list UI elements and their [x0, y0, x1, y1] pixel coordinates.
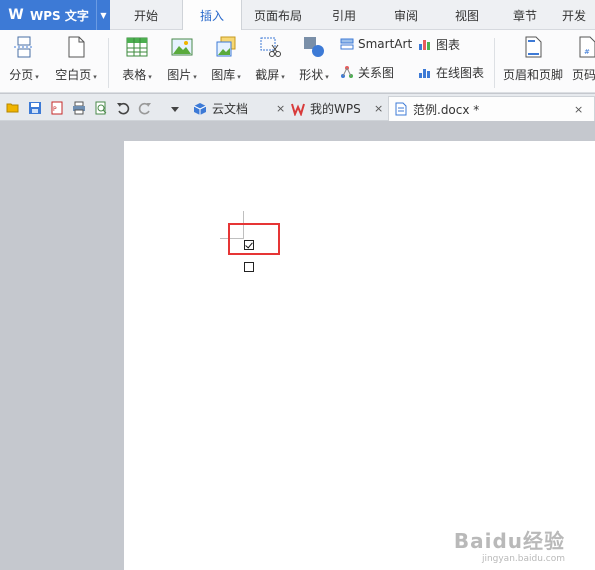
- svg-text:#: #: [584, 48, 590, 56]
- unchecked-checkbox[interactable]: [244, 262, 254, 272]
- bar-chart-icon: [418, 37, 432, 51]
- print-icon[interactable]: [72, 101, 86, 115]
- ribbon-insert: 分页 ▾ 空白页 ▾ 表格 ▾ 图片 ▾ 图库 ▾ 截屏 ▾ 形状 ▾ Smar…: [0, 30, 595, 93]
- chevron-down-icon[interactable]: ▼: [96, 0, 110, 30]
- tab-home[interactable]: 开始: [110, 0, 182, 30]
- doc-tab-current[interactable]: 范例.docx * ×: [388, 96, 595, 121]
- picture-button[interactable]: 图片 ▾: [162, 30, 202, 93]
- svg-text:P: P: [53, 106, 57, 113]
- picture-label: 图片: [167, 68, 192, 82]
- open-folder-icon[interactable]: [6, 101, 20, 115]
- wps-logo-icon: W: [8, 7, 24, 23]
- document-canvas: Baidu经验 jingyan.baidu.com: [0, 122, 595, 570]
- header-footer-icon: [522, 36, 544, 58]
- smartart-label: SmartArt: [358, 37, 413, 51]
- relation-chart-icon: [340, 65, 354, 79]
- document-page[interactable]: [124, 141, 595, 570]
- quick-access-bar: P 云文档 × 我的WPS × 范例.docx * ×: [0, 94, 595, 121]
- page-break-icon: [13, 36, 35, 58]
- close-icon[interactable]: ×: [276, 102, 285, 115]
- ribbon-divider: [494, 38, 495, 88]
- chevron-down-icon[interactable]: [170, 103, 184, 117]
- save-icon[interactable]: [28, 101, 42, 115]
- close-icon[interactable]: ×: [574, 103, 583, 116]
- gallery-label: 图库: [211, 68, 236, 82]
- wps-w-icon: [291, 102, 305, 117]
- ribbon-divider: [108, 38, 109, 88]
- screenshot-label: 截屏: [255, 68, 280, 82]
- shapes-label: 形状: [299, 68, 324, 82]
- online-chart-button[interactable]: 在线图表: [418, 62, 484, 82]
- relation-chart-button[interactable]: 关系图: [340, 62, 394, 82]
- dropdown-arrow-icon: ▾: [193, 73, 197, 81]
- baidu-watermark: Baidu经验 jingyan.baidu.com: [454, 525, 565, 564]
- gallery-icon: [215, 36, 237, 58]
- highlight-box: [228, 223, 280, 255]
- scissors-icon: [259, 36, 281, 58]
- dropdown-arrow-icon: ▾: [148, 73, 152, 81]
- doc-tab-cloud[interactable]: 云文档 ×: [190, 96, 286, 121]
- dropdown-arrow-icon: ▾: [237, 73, 241, 81]
- doc-tab-current-label: 范例.docx *: [413, 102, 480, 117]
- doc-tab-cloud-label: 云文档: [212, 102, 249, 116]
- online-chart-icon: [418, 65, 432, 79]
- chart-label: 图表: [436, 37, 461, 52]
- doc-tab-my-wps-label: 我的WPS: [310, 102, 361, 116]
- page-break-button[interactable]: 分页 ▾: [6, 30, 42, 93]
- table-label: 表格: [122, 68, 147, 82]
- watermark-url: jingyan.baidu.com: [481, 554, 565, 564]
- doc-tab-my-wps[interactable]: 我的WPS ×: [288, 96, 386, 121]
- table-icon: [126, 36, 148, 58]
- app-title: WPS 文字: [30, 8, 89, 23]
- app-menu-button[interactable]: W WPS 文字 ▼: [0, 0, 110, 30]
- export-pdf-icon[interactable]: P: [50, 101, 64, 115]
- blank-page-button[interactable]: 空白页 ▾: [50, 30, 102, 93]
- page-number-label: 页码: [572, 68, 595, 82]
- blank-page-label: 空白页: [55, 68, 92, 82]
- table-button[interactable]: 表格 ▾: [116, 30, 158, 93]
- relation-chart-label: 关系图: [358, 65, 395, 80]
- header-footer-label: 页眉和页脚: [502, 68, 563, 82]
- shapes-button[interactable]: 形状 ▾: [294, 30, 334, 93]
- dropdown-arrow-icon: ▾: [325, 73, 329, 81]
- tab-developer[interactable]: 开发: [554, 0, 594, 30]
- gallery-button[interactable]: 图库 ▾: [206, 30, 246, 93]
- page-number-button[interactable]: # 页码: [570, 30, 595, 93]
- screenshot-button[interactable]: 截屏 ▾: [250, 30, 290, 93]
- tab-insert[interactable]: 插入: [182, 0, 242, 30]
- tab-view[interactable]: 视图: [438, 0, 496, 30]
- cloud-cube-icon: [193, 102, 207, 116]
- chart-button[interactable]: 图表: [418, 34, 460, 54]
- smartart-button[interactable]: SmartArt: [340, 34, 412, 54]
- watermark-brand: Baidu经验: [453, 529, 565, 553]
- online-chart-label: 在线图表: [436, 65, 485, 80]
- title-bar: W WPS 文字 ▼ 开始 插入 页面布局 引用 审阅 视图 章节 开发: [0, 0, 595, 30]
- dropdown-arrow-icon: ▾: [35, 73, 39, 81]
- dropdown-arrow-icon: ▾: [93, 73, 97, 81]
- header-footer-button[interactable]: 页眉和页脚: [500, 30, 566, 93]
- tab-review[interactable]: 审阅: [374, 0, 438, 30]
- document-icon: [394, 102, 408, 116]
- tab-references[interactable]: 引用: [314, 0, 374, 30]
- tab-section[interactable]: 章节: [496, 0, 554, 30]
- page-number-icon: #: [576, 36, 595, 58]
- page-break-label: 分页: [9, 68, 34, 82]
- menu-tabs: 开始 插入 页面布局 引用 审阅 视图 章节 开发: [110, 0, 594, 30]
- shapes-icon: [303, 36, 325, 58]
- picture-icon: [171, 36, 193, 58]
- checked-checkbox[interactable]: [244, 240, 254, 250]
- tab-page-layout[interactable]: 页面布局: [242, 0, 314, 30]
- print-preview-icon[interactable]: [94, 101, 108, 115]
- redo-icon[interactable]: [138, 101, 152, 115]
- undo-icon[interactable]: [116, 101, 130, 115]
- close-icon[interactable]: ×: [374, 102, 383, 115]
- blank-page-icon: [65, 36, 87, 58]
- smartart-icon: [340, 37, 354, 51]
- dropdown-arrow-icon: ▾: [281, 73, 285, 81]
